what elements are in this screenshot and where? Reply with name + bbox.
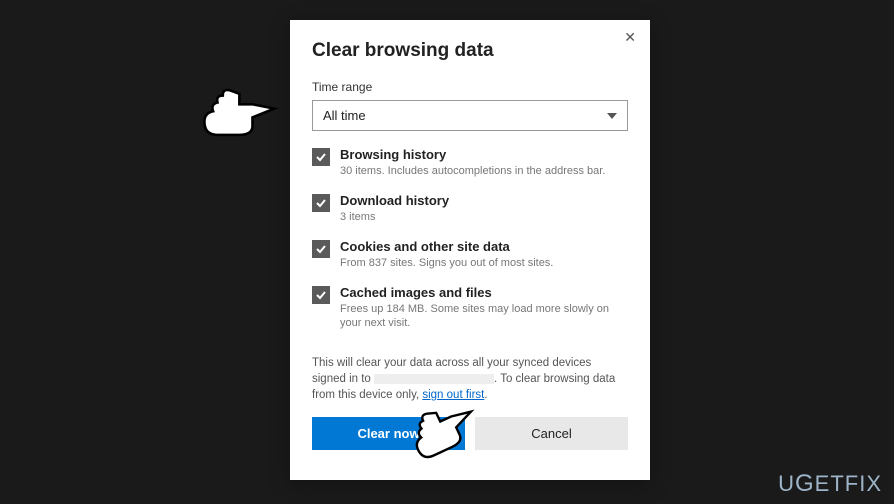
option-title: Browsing history: [340, 147, 628, 162]
option-cookies: Cookies and other site data From 837 sit…: [312, 239, 628, 271]
option-download-history: Download history 3 items: [312, 193, 628, 225]
checkbox-browsing-history[interactable]: [312, 148, 330, 166]
option-title: Download history: [340, 193, 628, 208]
cancel-button[interactable]: Cancel: [475, 417, 628, 450]
pointer-hand-icon: [190, 78, 280, 148]
option-desc: 30 items. Includes autocompletions in th…: [340, 164, 628, 179]
time-range-label: Time range: [312, 80, 628, 94]
checkbox-cookies[interactable]: [312, 240, 330, 258]
option-desc: Frees up 184 MB. Some sites may load mor…: [340, 302, 628, 332]
checkbox-download-history[interactable]: [312, 194, 330, 212]
option-desc: From 837 sites. Signs you out of most si…: [340, 256, 628, 271]
checkbox-cached[interactable]: [312, 286, 330, 304]
dialog-title: Clear browsing data: [312, 40, 628, 62]
time-range-value: All time: [323, 108, 366, 123]
option-cached: Cached images and files Frees up 184 MB.…: [312, 285, 628, 332]
watermark: UGETFIX: [778, 470, 882, 498]
options-list: Browsing history 30 items. Includes auto…: [312, 147, 628, 347]
close-icon[interactable]: ✕: [624, 30, 636, 44]
option-title: Cached images and files: [340, 285, 628, 300]
option-title: Cookies and other site data: [340, 239, 628, 254]
time-range-dropdown[interactable]: All time: [312, 100, 628, 131]
sync-info-text: This will clear your data across all you…: [312, 355, 628, 403]
option-desc: 3 items: [340, 210, 628, 225]
redacted-email: [374, 374, 494, 384]
option-browsing-history: Browsing history 30 items. Includes auto…: [312, 147, 628, 179]
chevron-down-icon: [607, 113, 617, 119]
